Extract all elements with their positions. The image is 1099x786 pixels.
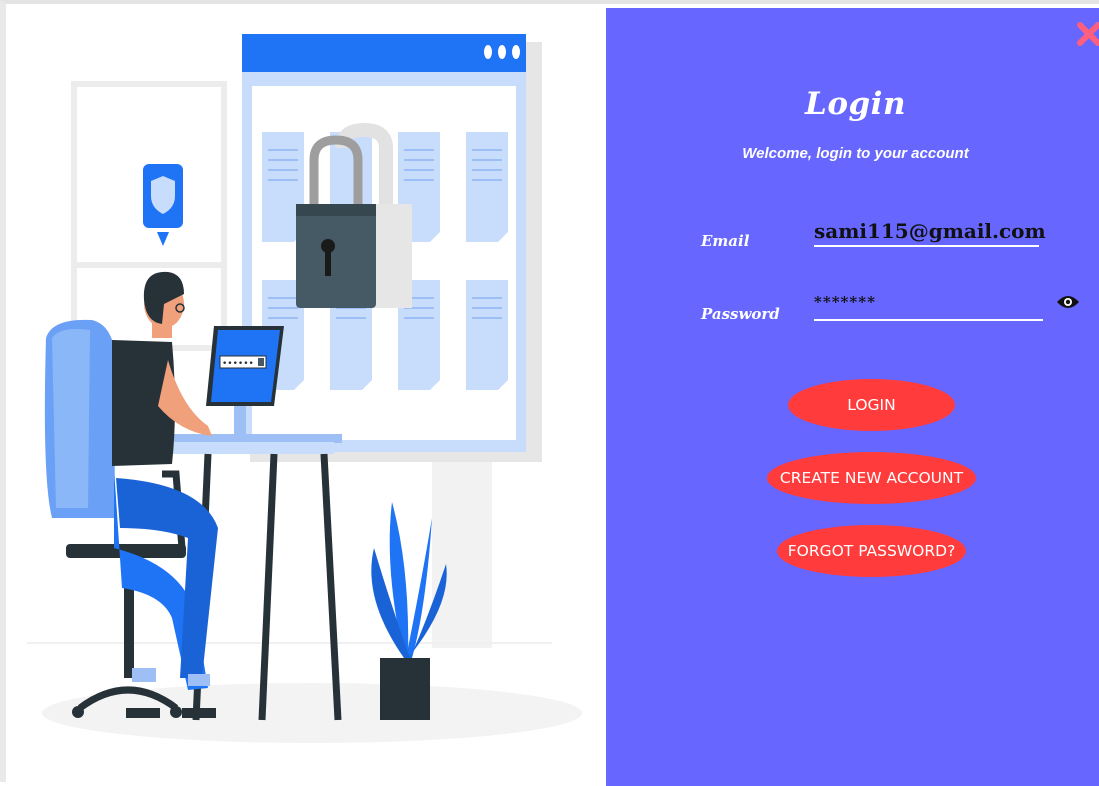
password-field[interactable]: *******: [814, 293, 876, 311]
page-title: Login: [805, 86, 906, 122]
eye-icon: [1057, 296, 1079, 308]
email-field[interactable]: sami115@gmail.com: [814, 219, 1046, 243]
security-illustration: ••••••: [12, 8, 606, 786]
close-icon: [1077, 22, 1099, 46]
login-button[interactable]: LOGIN: [788, 379, 955, 431]
close-button[interactable]: [1075, 20, 1099, 48]
illustration-svg: ••••••: [27, 34, 582, 743]
create-account-button[interactable]: CREATE NEW ACCOUNT: [767, 452, 976, 504]
email-label: Email: [701, 232, 750, 250]
laptop-screen-text: ••••••: [222, 359, 254, 369]
forgot-password-button[interactable]: FORGOT PASSWORD?: [777, 525, 966, 577]
show-password-button[interactable]: [1056, 294, 1080, 310]
shield-icon: [143, 164, 183, 246]
login-panel: Login Welcome, login to your account Ema…: [606, 8, 1099, 786]
app-window: •••••• Login Welcome, login to your acco…: [0, 0, 1099, 786]
password-label: Password: [701, 305, 780, 323]
password-field-underline: [814, 319, 1043, 321]
welcome-subtitle: Welcome, login to your account: [742, 145, 969, 162]
email-field-underline: [814, 245, 1039, 247]
pedestal-shape: [432, 448, 492, 648]
